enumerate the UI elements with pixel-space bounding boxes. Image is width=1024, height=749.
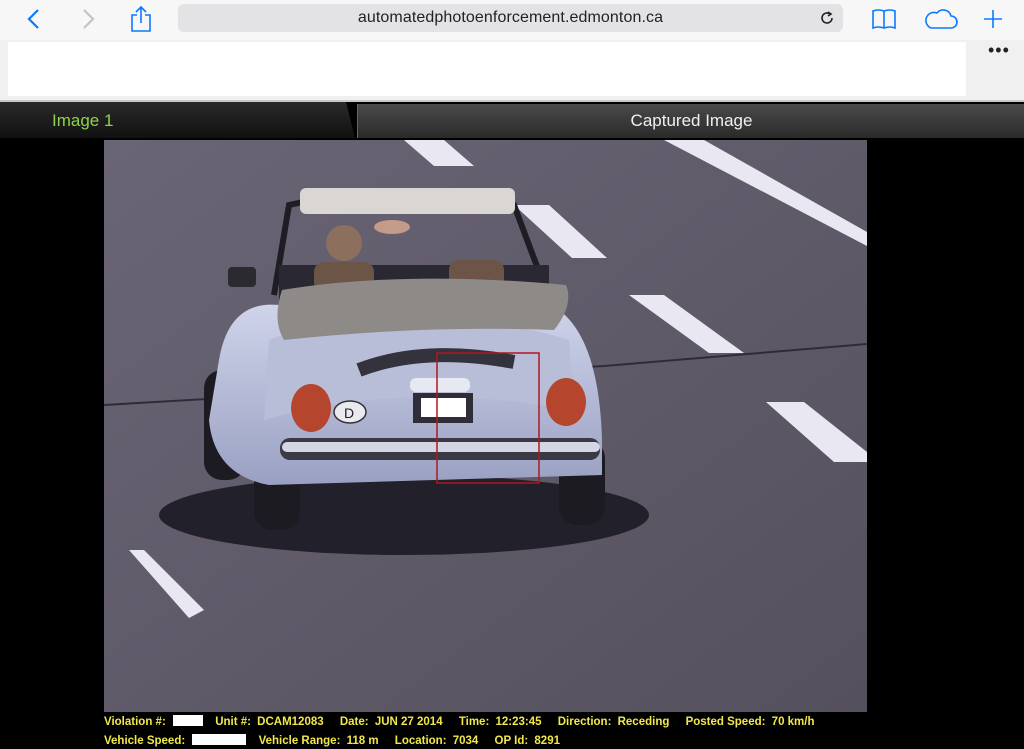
violation-info-line-2: Vehicle Speed: Vehicle Range: 118 m Loca… [104, 734, 560, 747]
violation-info-line-1: Violation #: Unit #: DCAM12083 Date: JUN… [104, 715, 815, 728]
unit-label: Unit #: [215, 716, 251, 728]
posted-speed-label: Posted Speed: [685, 716, 766, 728]
reload-icon[interactable] [819, 10, 835, 31]
forward-icon[interactable] [78, 4, 100, 34]
page-banner-frame [8, 42, 966, 96]
date-label: Date: [339, 716, 369, 728]
op-id-label: OP Id: [494, 735, 529, 747]
share-icon[interactable] [128, 4, 154, 34]
tab-image-1[interactable]: Image 1 [0, 102, 355, 138]
date-value: JUN 27 2014 [374, 716, 443, 728]
captured-photo: D [104, 140, 867, 712]
direction-value: Receding [617, 716, 670, 728]
address-bar[interactable]: automatedphotoenforcement.edmonton.ca [178, 4, 843, 32]
page-banner-area [0, 40, 1024, 100]
tab-captured-image-label: Captured Image [630, 111, 753, 130]
vehicle-speed-redacted [192, 734, 247, 745]
direction-label: Direction: [557, 716, 612, 728]
location-value: 7034 [452, 735, 479, 747]
new-tab-icon[interactable] [982, 4, 1004, 34]
violation-number-redacted [172, 715, 203, 726]
browser-toolbar: automatedphotoenforcement.edmonton.ca [0, 0, 1024, 40]
vehicle-speed-label: Vehicle Speed: [104, 735, 186, 747]
url-text[interactable]: automatedphotoenforcement.edmonton.ca [178, 9, 843, 27]
unit-value: DCAM12083 [257, 716, 324, 728]
svg-text:D: D [344, 405, 354, 421]
vehicle-range-label: Vehicle Range: [258, 735, 341, 747]
bookmarks-icon[interactable] [870, 4, 898, 34]
cloud-tabs-icon[interactable] [922, 4, 960, 34]
location-label: Location: [394, 735, 447, 747]
tab-captured-image[interactable]: Captured Image [357, 104, 1024, 138]
time-value: 12:23:45 [495, 716, 542, 728]
time-label: Time: [458, 716, 490, 728]
posted-speed-value: 70 km/h [771, 716, 815, 728]
violation-label: Violation #: [104, 716, 166, 728]
tab-image-1-label: Image 1 [52, 111, 114, 130]
vehicle-range-value: 118 m [346, 735, 379, 747]
redacted-plate [421, 398, 466, 417]
more-icon[interactable]: ••• [988, 40, 1010, 61]
back-icon[interactable] [22, 4, 44, 34]
image-tabs: Image 1 Captured Image [0, 102, 1024, 138]
op-id-value: 8291 [534, 735, 560, 747]
